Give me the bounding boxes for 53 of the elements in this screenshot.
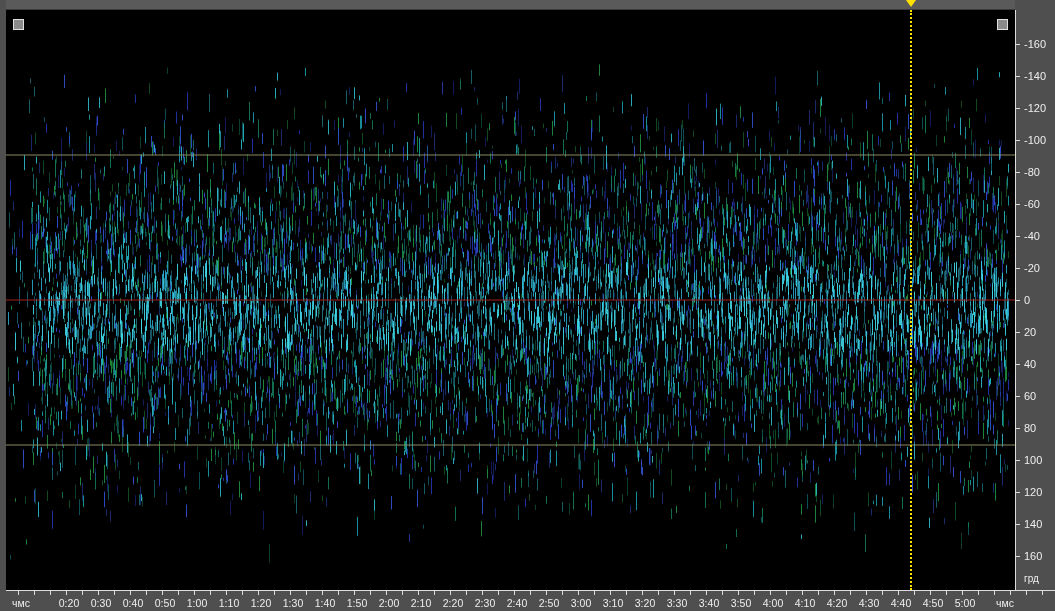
axis-label: 0:20 — [58, 597, 80, 609]
axis-label: 120 — [1024, 486, 1043, 498]
axis-label: 160 — [1024, 550, 1043, 562]
axis-label: -120 — [1024, 102, 1047, 114]
axis-label: 4:10 — [794, 597, 816, 609]
axis-label: 1:20 — [250, 597, 272, 609]
axis-label: 100 — [1024, 454, 1043, 466]
zoom-corner-button[interactable] — [13, 19, 24, 30]
axis-label: 2:30 — [474, 597, 496, 609]
axis-label: 2:20 — [442, 597, 464, 609]
axis-label: 1:30 — [282, 597, 304, 609]
axis-label: 1:50 — [346, 597, 368, 609]
playhead-line[interactable] — [910, 10, 913, 590]
axis-label: 4:50 — [922, 597, 944, 609]
axis-label: 3:50 — [730, 597, 752, 609]
axis-label: -140 — [1024, 70, 1047, 82]
axis-label: -60 — [1024, 198, 1040, 210]
axis-label: 1:00 — [186, 597, 208, 609]
axis-label: 4:00 — [762, 597, 784, 609]
axis-label: 1:40 — [314, 597, 336, 609]
axis-label: 0:40 — [122, 597, 144, 609]
axis-label: 0:50 — [154, 597, 176, 609]
axis-label: 2:40 — [506, 597, 528, 609]
axis-label: 0:30 — [90, 597, 112, 609]
axis-label: 40 — [1024, 358, 1037, 370]
axis-label: 3:30 — [666, 597, 688, 609]
axis-unit-label: чмс — [996, 597, 1014, 609]
axis-label: 2:10 — [410, 597, 432, 609]
axis-label: -20 — [1024, 262, 1040, 274]
axis-label: 5:00 — [954, 597, 976, 609]
axis-label: 80 — [1024, 422, 1037, 434]
playhead-marker-icon[interactable] — [906, 0, 917, 7]
zoom-corner-button[interactable] — [997, 19, 1008, 30]
axis-unit-label: чмс — [12, 597, 30, 609]
axis-label: -100 — [1024, 134, 1047, 146]
axis-label: -160 — [1024, 38, 1047, 50]
axis-label: 2:00 — [378, 597, 400, 609]
axis-label: 140 — [1024, 518, 1043, 530]
axis-label: 60 — [1024, 390, 1037, 402]
axis-label: 3:10 — [602, 597, 624, 609]
axis-label: 3:00 — [570, 597, 592, 609]
axis-label: 4:40 — [890, 597, 912, 609]
axis-label: 1:10 — [218, 597, 240, 609]
axis-label: 20 — [1024, 326, 1037, 338]
axis-label: 4:20 — [826, 597, 848, 609]
axis-label: 0 — [1024, 294, 1031, 306]
axis-label: -40 — [1024, 230, 1040, 242]
axis-label: -80 — [1024, 166, 1040, 178]
axis-unit-label: грд — [1024, 573, 1039, 584]
axis-label: 3:20 — [634, 597, 656, 609]
axis-label: 4:30 — [858, 597, 880, 609]
axis-label: 3:40 — [698, 597, 720, 609]
axis-label: 2:50 — [538, 597, 560, 609]
